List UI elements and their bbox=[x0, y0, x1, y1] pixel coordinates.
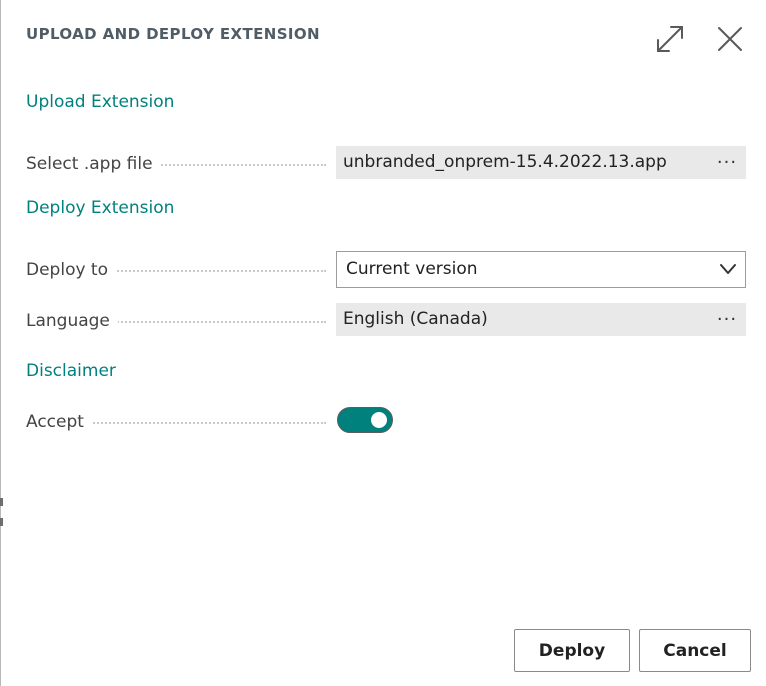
chevron-down-icon bbox=[720, 264, 736, 274]
deploy-to-row: Deploy to Current version bbox=[26, 251, 746, 289]
select-app-file-label: Select .app file bbox=[26, 145, 161, 183]
deploy-button[interactable]: Deploy bbox=[514, 629, 630, 672]
accept-toggle[interactable] bbox=[337, 407, 393, 433]
language-field[interactable]: English (Canada) ··· bbox=[336, 303, 746, 336]
deploy-to-value: Current version bbox=[346, 259, 478, 279]
accept-label: Accept bbox=[26, 403, 92, 441]
expand-button[interactable] bbox=[653, 22, 687, 56]
select-app-file-lookup-button[interactable]: ··· bbox=[712, 146, 742, 179]
language-row: Language English (Canada) ··· bbox=[26, 302, 746, 340]
deploy-extension-header: Deploy Extension bbox=[26, 198, 175, 218]
close-icon bbox=[718, 27, 742, 51]
accept-row: Accept bbox=[26, 403, 746, 441]
dialog-left-border bbox=[0, 0, 1, 686]
upload-deploy-dialog: UPLOAD AND DEPLOY EXTENSION Upload Exten… bbox=[0, 0, 766, 686]
resize-grip-mark bbox=[0, 498, 3, 506]
cancel-button[interactable]: Cancel bbox=[639, 629, 751, 672]
select-app-file-value: unbranded_onprem-15.4.2022.13.app bbox=[343, 152, 667, 172]
expand-icon bbox=[657, 26, 683, 52]
upload-extension-header: Upload Extension bbox=[26, 92, 175, 112]
select-app-file-row: Select .app file unbranded_onprem-15.4.2… bbox=[26, 145, 746, 183]
language-label: Language bbox=[26, 302, 118, 340]
deploy-to-label: Deploy to bbox=[26, 251, 116, 289]
language-value: English (Canada) bbox=[343, 309, 488, 329]
close-button[interactable] bbox=[713, 22, 747, 56]
resize-grip-mark bbox=[0, 518, 3, 526]
dialog-title: UPLOAD AND DEPLOY EXTENSION bbox=[26, 25, 321, 43]
disclaimer-header: Disclaimer bbox=[26, 361, 116, 381]
deploy-to-select[interactable]: Current version bbox=[336, 251, 746, 288]
toggle-knob bbox=[371, 412, 387, 428]
select-app-file-field[interactable]: unbranded_onprem-15.4.2022.13.app ··· bbox=[336, 146, 746, 179]
language-lookup-button[interactable]: ··· bbox=[712, 303, 742, 336]
